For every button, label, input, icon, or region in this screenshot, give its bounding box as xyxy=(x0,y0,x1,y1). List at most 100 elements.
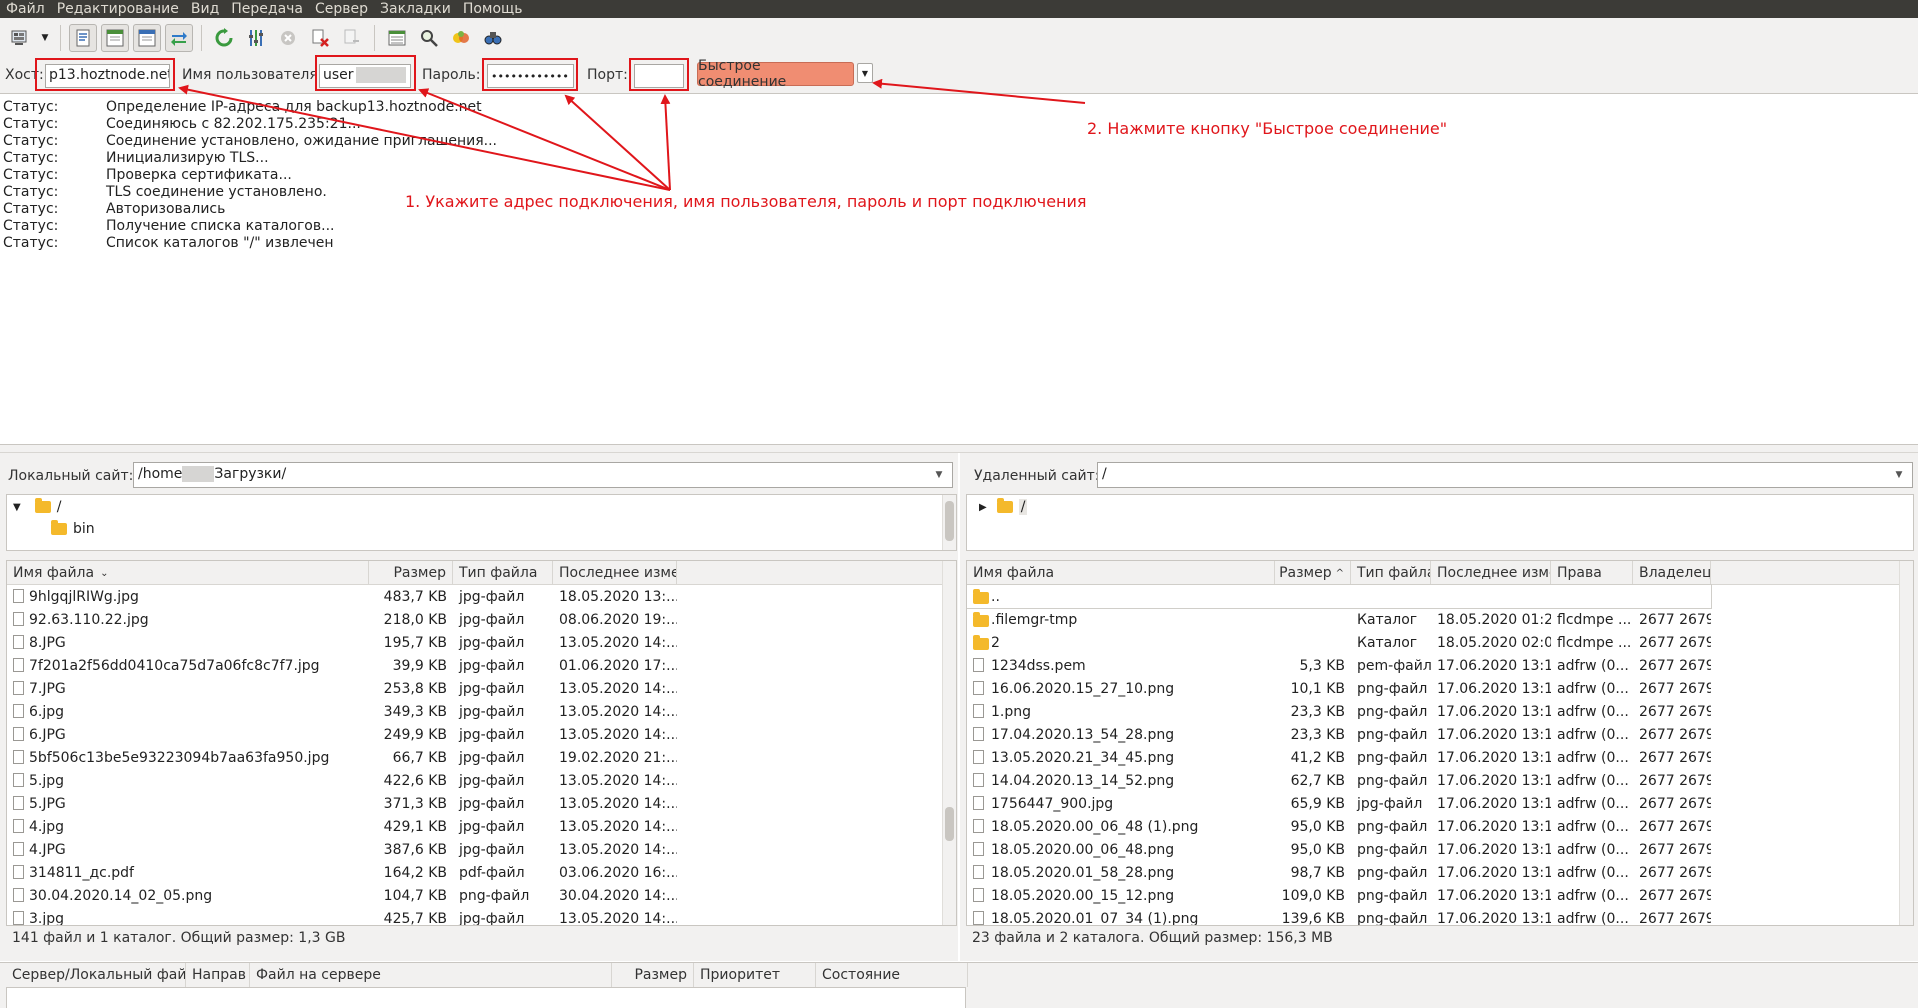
table-row[interactable]: 18.05.2020.00_06_48 (1).png 95,0 KB png-фа… xyxy=(967,815,1913,838)
quickconnect-dropdown[interactable]: ▼ xyxy=(857,63,873,83)
toggle-local-tree-icon[interactable] xyxy=(101,24,129,52)
expander-icon[interactable]: ▶ xyxy=(979,502,987,513)
queue-col-size[interactable]: Размер xyxy=(612,963,694,987)
local-tree-scrollbar[interactable] xyxy=(942,495,956,550)
disconnect-icon[interactable] xyxy=(306,24,334,52)
splitter[interactable] xyxy=(0,445,1918,453)
tree-item-root[interactable]: ▶ / xyxy=(979,497,1028,517)
remote-tree[interactable]: ▶ / xyxy=(966,494,1914,551)
file-size: 95,0 KB xyxy=(1290,818,1345,835)
table-row[interactable]: 5.jpg 422,6 KB jpg-файл 13.05.2020 14:... xyxy=(7,769,956,792)
queue-col-local[interactable]: Сервер/Локальный файл xyxy=(6,963,186,987)
table-row[interactable]: 18.05.2020.00_06_48.png 95,0 KB png-файл 17… xyxy=(967,838,1913,861)
tree-item-root[interactable]: ▼ / xyxy=(13,497,61,517)
queue-col-priority[interactable]: Приоритет xyxy=(694,963,816,987)
transfer-queue[interactable]: Сервер/Локальный файл Направ Файл на сер… xyxy=(0,962,1918,1008)
table-row[interactable]: 2 Каталог 18.05.2020 02:0... flcdmpe ... 267… xyxy=(967,631,1913,654)
filters-icon[interactable] xyxy=(242,24,270,52)
local-status: 141 файл и 1 каталог. Общий размер: 1,3 … xyxy=(12,930,346,946)
remote-col-type[interactable]: Тип файла xyxy=(1351,561,1431,585)
reconnect-icon[interactable] xyxy=(338,24,366,52)
file-name: 7f201a2f56dd0410ca75d7a06fc8c7f7.jpg xyxy=(29,657,320,674)
queue-col-status[interactable]: Состояние xyxy=(816,963,968,987)
table-row[interactable]: .filemgr-tmp Каталог 18.05.2020 01:2... flc… xyxy=(967,608,1913,631)
table-row[interactable]: 4.jpg 429,1 KB jpg-файл 13.05.2020 14:... xyxy=(7,815,956,838)
menu-item[interactable]: Редактирование xyxy=(51,0,185,18)
local-tree[interactable]: ▼ / bin xyxy=(6,494,957,551)
table-row[interactable]: 6.JPG 249,9 KB jpg-файл 13.05.2020 14:... xyxy=(7,723,956,746)
table-row[interactable]: 5bf506c13be5e93223094b7aa63fa950.jpg 66,7… xyxy=(7,746,956,769)
local-col-modified[interactable]: Последнее изме xyxy=(553,561,677,585)
local-list-scrollbar[interactable] xyxy=(942,561,956,925)
remote-col-permissions[interactable]: Права xyxy=(1551,561,1633,585)
table-row[interactable]: .. xyxy=(967,584,1712,609)
table-row[interactable]: 314811_дс.pdf 164,2 KB pdf-файл 03.06.2020 … xyxy=(7,861,956,884)
remote-col-size[interactable]: Размер ^ xyxy=(1275,561,1351,585)
log-row: Статус: Определение IP-адреса для backup1… xyxy=(3,99,482,116)
table-row[interactable]: 30.04.2020.14_02_05.png 104,7 KB png-файл 3… xyxy=(7,884,956,907)
table-row[interactable]: 1756447_900.jpg 65,9 KB jpg-файл 17.06.2020… xyxy=(967,792,1913,815)
table-row[interactable]: 7.JPG 253,8 KB jpg-файл 13.05.2020 14:... xyxy=(7,677,956,700)
table-row[interactable]: 18.05.2020.00_15_12.png 109,0 KB png-файл 1… xyxy=(967,884,1913,907)
remote-list-scrollbar[interactable] xyxy=(1899,561,1913,925)
file-size xyxy=(1275,585,1351,608)
scrollbar-thumb[interactable] xyxy=(945,807,954,841)
table-row[interactable]: 6.jpg 349,3 KB jpg-файл 13.05.2020 14:... xyxy=(7,700,956,723)
menu-item[interactable]: Файл xyxy=(0,0,51,18)
local-col-name[interactable]: Имя файла ⌄ xyxy=(7,561,369,585)
menu-item[interactable]: Закладки xyxy=(374,0,457,18)
table-row[interactable]: 3.jpg 425,7 KB jpg-файл 13.05.2020 14:... xyxy=(7,907,956,925)
menu-item[interactable]: Помощь xyxy=(457,0,529,18)
table-row[interactable]: 9hlgqjlRIWg.jpg 483,7 KB jpg-файл 18.05.202… xyxy=(7,585,956,608)
table-row[interactable]: 4.JPG 387,6 KB jpg-файл 13.05.2020 14:... xyxy=(7,838,956,861)
tree-item-bin[interactable]: bin xyxy=(51,519,95,539)
table-row[interactable]: 14.04.2020.13_14_52.png 62,7 KB png-файл 17… xyxy=(967,769,1913,792)
remote-col-modified[interactable]: Последнее изме xyxy=(1431,561,1551,585)
remote-col-owner[interactable]: Владелец/ xyxy=(1633,561,1711,585)
queue-list[interactable] xyxy=(6,987,966,1008)
remote-file-list[interactable]: Имя файла Размер ^ Тип файла Последнее из… xyxy=(966,560,1914,926)
local-list-header: Имя файла ⌄ Размер Тип файла Последнее из… xyxy=(7,561,956,585)
table-row[interactable]: 92.63.110.22.jpg 218,0 KB jpg-файл 08.06.20… xyxy=(7,608,956,631)
table-row[interactable]: 8.JPG 195,7 KB jpg-файл 13.05.2020 14:... xyxy=(7,631,956,654)
search-files-icon[interactable] xyxy=(415,24,443,52)
toggle-remote-tree-icon[interactable] xyxy=(133,24,161,52)
toggle-log-icon[interactable] xyxy=(69,24,97,52)
queue-col-remote[interactable]: Файл на сервере xyxy=(250,963,612,987)
compare-icon[interactable] xyxy=(447,24,475,52)
table-row[interactable]: 5.JPG 371,3 KB jpg-файл 13.05.2020 14:... xyxy=(7,792,956,815)
menu-item[interactable]: Передача xyxy=(225,0,309,18)
table-row[interactable]: 7f201a2f56dd0410ca75d7a06fc8c7f7.jpg 39,9… xyxy=(7,654,956,677)
table-row[interactable]: 1234dss.pem 5,3 KB pem-файл 17.06.2020 13:1… xyxy=(967,654,1913,677)
menu-item[interactable]: Вид xyxy=(185,0,225,18)
site-manager-dropdown-icon[interactable]: ▼ xyxy=(38,24,52,52)
table-row[interactable]: 18.05.2020.01_07_34 (1).png 139,6 KB png-ф… xyxy=(967,907,1913,925)
queue-col-direction[interactable]: Направ xyxy=(186,963,250,987)
quickconnect-button[interactable]: Быстрое соединение xyxy=(697,58,854,90)
table-row[interactable]: 1.png 23,3 KB png-файл 17.06.2020 13:1... ad… xyxy=(967,700,1913,723)
local-col-size[interactable]: Размер xyxy=(369,561,453,585)
remote-col-name[interactable]: Имя файла xyxy=(967,561,1275,585)
expander-icon[interactable]: ▼ xyxy=(13,502,21,513)
refresh-icon[interactable] xyxy=(210,24,238,52)
site-manager-icon[interactable] xyxy=(6,24,34,52)
table-row[interactable]: 18.05.2020.01_58_28.png 98,7 KB png-файл 17… xyxy=(967,861,1913,884)
table-row[interactable]: 16.06.2020.15_27_10.png 10,1 KB png-файл 17… xyxy=(967,677,1913,700)
menu-item[interactable]: Сервер xyxy=(309,0,374,18)
remote-site-dropdown[interactable]: ▼ xyxy=(1888,464,1910,486)
local-file-list[interactable]: Имя файла ⌄ Размер Тип файла Последнее из… xyxy=(6,560,957,926)
local-site-input[interactable]: /home Загрузки/ xyxy=(133,462,953,488)
remote-site-input[interactable]: / xyxy=(1097,462,1913,488)
file-permissions: flcdmpe ... xyxy=(1557,611,1632,628)
local-col-type[interactable]: Тип файла xyxy=(453,561,553,585)
file-size xyxy=(1275,631,1351,654)
message-log[interactable]: Статус: Определение IP-адреса для backup1… xyxy=(0,95,1918,445)
find-icon[interactable] xyxy=(479,24,507,52)
toggle-queue-icon[interactable] xyxy=(165,24,193,52)
table-row[interactable]: 13.05.2020.21_34_45.png 41,2 KB png-файл 17… xyxy=(967,746,1913,769)
directory-listing-icon[interactable] xyxy=(383,24,411,52)
scrollbar-thumb[interactable] xyxy=(945,501,954,541)
cancel-icon[interactable] xyxy=(274,24,302,52)
table-row[interactable]: 17.04.2020.13_54_28.png 23,3 KB png-файл 17… xyxy=(967,723,1913,746)
local-site-dropdown[interactable]: ▼ xyxy=(928,464,950,486)
